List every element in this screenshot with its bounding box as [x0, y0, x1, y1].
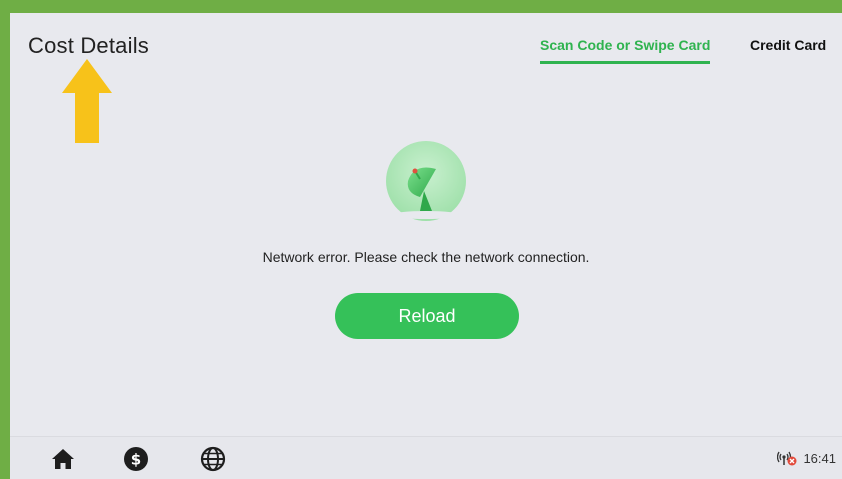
error-message: Network error. Please check the network … [262, 249, 590, 265]
svg-text:$: $ [131, 451, 141, 469]
screen: Cost Details Scan Code or Swipe Card Cre… [10, 13, 842, 479]
dollar-icon[interactable]: $ [123, 446, 149, 472]
bottom-nav-bar: $ 16:41 [10, 436, 842, 479]
tab-scan-code[interactable]: Scan Code or Swipe Card [540, 37, 711, 64]
home-icon[interactable] [50, 446, 76, 472]
tab-credit-card[interactable]: Credit Card [750, 37, 826, 61]
annotation-arrow-icon [62, 59, 112, 143]
globe-icon[interactable] [200, 446, 226, 472]
status-time: 16:41 [803, 450, 836, 466]
satellite-dish-icon [386, 141, 466, 221]
status-area: 16:41 [777, 450, 836, 466]
no-signal-icon [777, 451, 797, 466]
reload-button[interactable]: Reload [335, 293, 519, 339]
page-title: Cost Details [28, 33, 149, 58]
